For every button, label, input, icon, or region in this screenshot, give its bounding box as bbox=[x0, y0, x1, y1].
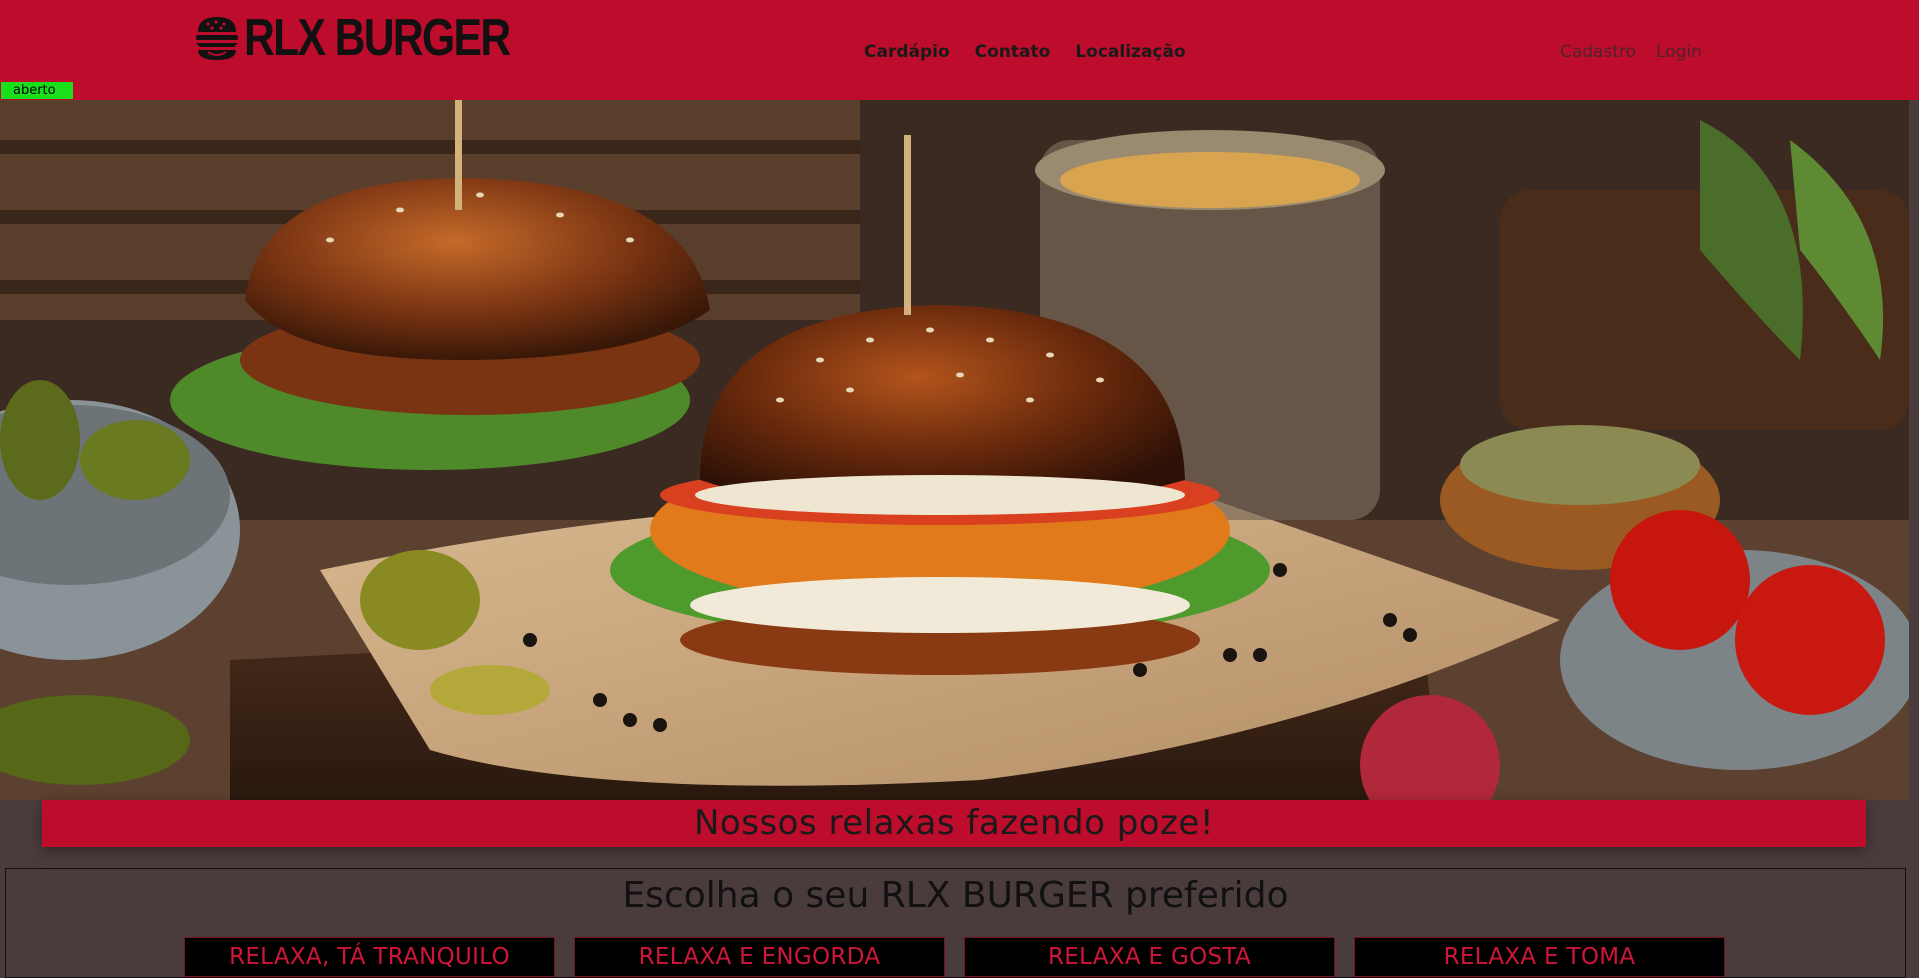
nav-contact-link[interactable]: Contato bbox=[975, 42, 1051, 62]
burger-choice-section: Escolha o seu RLX BURGER preferido RELAX… bbox=[5, 868, 1906, 978]
burger-option-label: RELAXA E GOSTA bbox=[1048, 944, 1251, 970]
signup-link[interactable]: Cadastro bbox=[1560, 42, 1636, 62]
login-link[interactable]: Login bbox=[1656, 42, 1702, 62]
burger-option-card[interactable]: RELAXA, TÁ TRANQUILO bbox=[184, 937, 555, 977]
burger-option-card[interactable]: RELAXA E GOSTA bbox=[964, 937, 1335, 977]
nav-location-link[interactable]: Localização bbox=[1075, 42, 1185, 62]
hero-burger-photo bbox=[0, 100, 1909, 800]
logo[interactable]: RLX BURGER bbox=[194, 12, 568, 64]
account-nav: Cadastro Login bbox=[1560, 42, 1722, 62]
hero-caption-bar: Nossos relaxas fazendo poze! bbox=[42, 800, 1866, 847]
main-nav: Cardápio Contato Localização bbox=[864, 42, 1211, 62]
burger-option-label: RELAXA E ENGORDA bbox=[638, 944, 881, 970]
nav-menu-link[interactable]: Cardápio bbox=[864, 42, 950, 62]
burger-option-label: RELAXA E TOMA bbox=[1443, 944, 1636, 970]
hero-caption: Nossos relaxas fazendo poze! bbox=[694, 803, 1214, 843]
burger-option-card[interactable]: RELAXA E ENGORDA bbox=[574, 937, 945, 977]
burger-option-label: RELAXA, TÁ TRANQUILO bbox=[229, 944, 510, 970]
hero-image bbox=[0, 100, 1909, 800]
site-header: RLX BURGER Cardápio Contato Localização … bbox=[0, 0, 1919, 100]
section-title: Escolha o seu RLX BURGER preferido bbox=[622, 875, 1289, 916]
logo-text: RLX BURGER bbox=[244, 9, 511, 67]
open-status-badge: aberto bbox=[1, 82, 73, 99]
burger-option-card[interactable]: RELAXA E TOMA bbox=[1354, 937, 1725, 977]
burger-icon bbox=[196, 17, 238, 60]
